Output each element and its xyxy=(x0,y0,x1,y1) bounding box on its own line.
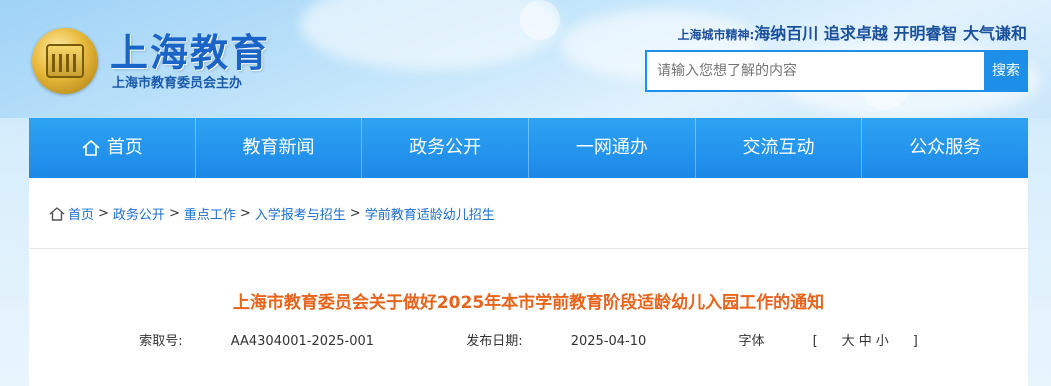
font-size-bracket-close: ] xyxy=(912,334,918,349)
main-nav: 首页 教育新闻 政务公开 一网通办 交流互动 公众服务 xyxy=(29,118,1028,178)
search-input[interactable] xyxy=(645,50,984,92)
font-size-small[interactable]: 小 xyxy=(876,334,889,349)
search-button[interactable]: 搜索 xyxy=(984,50,1028,92)
logo-subtitle: 上海市教育委员会主办 xyxy=(112,76,243,91)
nav-item-label: 交流互动 xyxy=(742,137,815,158)
font-size-control: 字体 [ 大中小] xyxy=(716,334,939,349)
font-size-bracket-open: [ xyxy=(812,334,818,349)
breadcrumb-enrollment[interactable]: 入学报考与招生 xyxy=(255,204,346,223)
index-number: 索取号: AA4304001-2025-001 xyxy=(117,334,396,349)
breadcrumb-preschool[interactable]: 学前教育适龄幼儿招生 xyxy=(365,204,495,223)
nav-item-label: 公众服务 xyxy=(909,137,982,158)
nav-item-one-stop[interactable]: 一网通办 xyxy=(529,118,696,178)
nav-item-label: 教育新闻 xyxy=(242,137,315,158)
city-spirit-label: 上海城市精神: xyxy=(677,28,755,42)
breadcrumb-separator: > xyxy=(98,206,109,221)
logo-title[interactable]: 上海教育 xyxy=(110,22,270,77)
font-size-medium[interactable]: 中 xyxy=(859,334,872,349)
date-label: 发布日期: xyxy=(466,334,523,349)
font-size-label: 字体 xyxy=(738,334,765,349)
index-label: 索取号: xyxy=(139,334,183,349)
search-bar: 搜索 xyxy=(645,50,1028,92)
nav-item-label: 首页 xyxy=(106,137,143,158)
city-spirit-text: 海纳百川 追求卓越 开明睿智 大气谦和 xyxy=(754,24,1027,43)
article-meta: 索取号: AA4304001-2025-001 发布日期: 2025-04-10… xyxy=(29,330,1028,349)
breadcrumb-separator: > xyxy=(349,206,361,221)
divider xyxy=(29,248,1028,249)
breadcrumb-key-work[interactable]: 重点工作 xyxy=(184,204,236,223)
logo-emblem[interactable] xyxy=(32,28,98,94)
city-spirit: 上海城市精神:海纳百川 追求卓越 开明睿智 大气谦和 xyxy=(677,20,1027,44)
breadcrumb: 首页 > 政务公开 > 重点工作 > 入学报考与招生 > 学前教育适龄幼儿招生 xyxy=(49,204,495,223)
content-panel: 首页 > 政务公开 > 重点工作 > 入学报考与招生 > 学前教育适龄幼儿招生 … xyxy=(29,178,1028,386)
nav-item-news[interactable]: 教育新闻 xyxy=(196,118,363,178)
article-title: 上海市教育委员会关于做好2025年本市学前教育阶段适龄幼儿入园工作的通知 xyxy=(232,293,825,313)
nav-item-public-service[interactable]: 公众服务 xyxy=(862,118,1028,178)
home-icon xyxy=(49,206,65,221)
home-icon xyxy=(82,139,100,156)
breadcrumb-home[interactable]: 首页 xyxy=(68,204,94,223)
nav-item-interaction[interactable]: 交流互动 xyxy=(696,118,863,178)
breadcrumb-gov-affairs[interactable]: 政务公开 xyxy=(113,204,165,223)
font-size-large[interactable]: 大 xyxy=(842,334,855,349)
breadcrumb-separator: > xyxy=(168,206,180,221)
index-value: AA4304001-2025-001 xyxy=(230,334,375,349)
nav-item-label: 一网通办 xyxy=(575,137,648,158)
breadcrumb-separator: > xyxy=(239,206,251,221)
nav-item-label: 政务公开 xyxy=(409,137,482,158)
nav-item-gov-affairs[interactable]: 政务公开 xyxy=(362,118,530,178)
nav-item-home[interactable]: 首页 xyxy=(29,118,196,178)
flower-decoration xyxy=(520,0,560,40)
date-value: 2025-04-10 xyxy=(570,334,647,349)
publish-date: 发布日期: 2025-04-10 xyxy=(444,334,668,349)
site-header: 上海教育 上海市教育委员会主办 上海城市精神:海纳百川 追求卓越 开明睿智 大气… xyxy=(0,0,1051,118)
